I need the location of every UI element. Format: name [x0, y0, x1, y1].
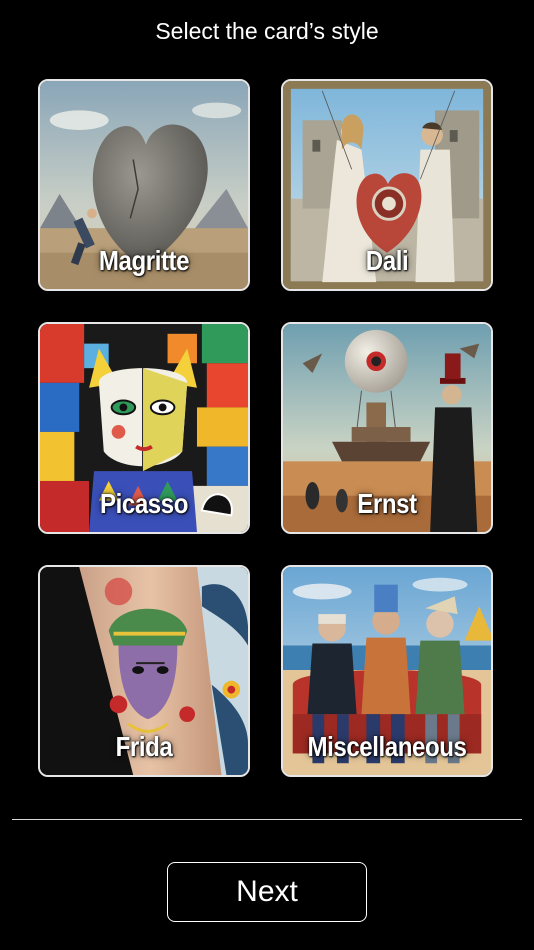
style-card-picasso[interactable]: Picasso [38, 322, 250, 534]
style-label-magritte: Magritte [98, 245, 190, 276]
style-card-frida[interactable]: Frida [38, 565, 250, 777]
style-label-ernst: Ernst [357, 488, 417, 519]
divider-line [12, 819, 522, 820]
style-card-magritte[interactable]: Magritte [38, 79, 250, 291]
style-card-miscellaneous[interactable]: Miscellaneous [281, 565, 493, 777]
style-card-ernst[interactable]: Ernst [281, 322, 493, 534]
style-label-miscellaneous: Miscellaneous [307, 731, 467, 762]
style-label-dali: Dali [365, 245, 409, 276]
style-label-frida: Frida [115, 731, 173, 762]
style-label-picasso: Picasso [99, 488, 189, 519]
style-card-dali[interactable]: Dali [281, 79, 493, 291]
next-button[interactable]: Next [167, 862, 367, 922]
page-title: Select the card’s style [155, 18, 379, 44]
